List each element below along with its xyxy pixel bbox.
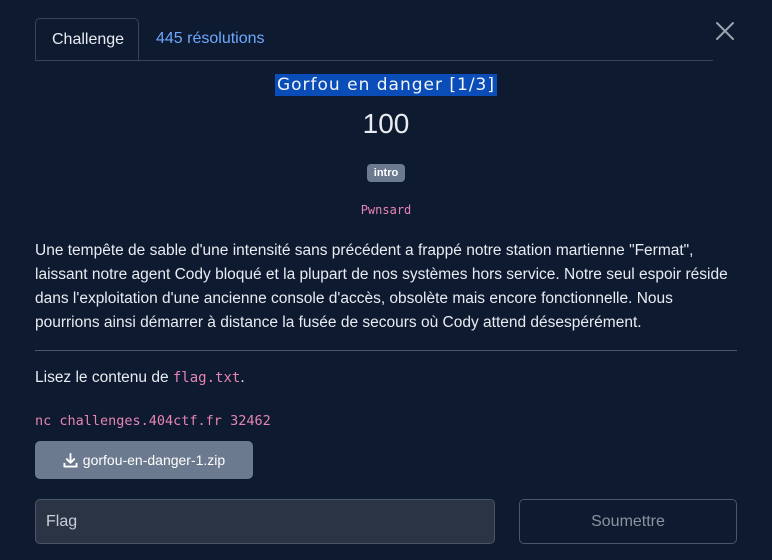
tab-bar: Challenge 445 résolutions [35, 18, 713, 61]
download-icon [63, 452, 78, 468]
challenge-author: Pwnsard [360, 203, 412, 217]
challenge-title-text: Gorfou en danger [1/3] [274, 74, 497, 96]
connection-command: nc challenges.404ctf.fr 32462 [35, 413, 271, 429]
tag-badge: intro [366, 164, 406, 182]
instruction-file: flag.txt [172, 370, 241, 386]
challenge-points: 100 [362, 108, 410, 139]
download-label: gorfou-en-danger-1.zip [82, 452, 226, 468]
tab-solves[interactable]: 445 résolutions [140, 18, 281, 59]
challenge-title: Gorfou en danger [1/3] [0, 74, 772, 96]
close-icon[interactable] [714, 20, 736, 42]
instruction-suffix: . [240, 369, 245, 386]
tab-challenge[interactable]: Challenge [35, 18, 139, 60]
challenge-description: Une tempête de sable d'une intensité san… [35, 242, 728, 331]
tag-container: intro [0, 163, 772, 182]
download-button[interactable]: gorfou-en-danger-1.zip [35, 441, 253, 479]
instruction-prefix: Lisez le contenu de [35, 369, 173, 386]
flag-input[interactable] [35, 499, 495, 544]
submit-button[interactable]: Soumettre [519, 499, 737, 544]
divider [35, 350, 737, 351]
instruction: Lisez le contenu de flag.txt. [35, 369, 245, 387]
